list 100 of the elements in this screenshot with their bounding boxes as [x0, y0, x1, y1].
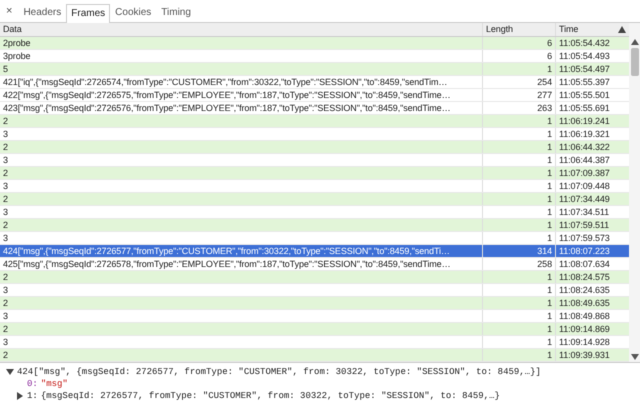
table-cell-text: 11:05:55.691	[558, 102, 611, 114]
table-cell-text: 11:08:49.635	[558, 297, 611, 309]
property-key: 0:	[27, 379, 38, 389]
table-cell: 1	[483, 219, 556, 231]
column-header[interactable]: Data	[0, 23, 483, 36]
scroll-up-icon[interactable]	[630, 39, 638, 45]
frame-row[interactable]: 422["msg",{"msgSeqId":2726575,"fromType":"EMPLOYEE","from":187,"toType":"SESSION","to":8459,"sendTime… 277 11:05:55.501	[0, 89, 629, 102]
table-cell-text: 11:07:34.511	[558, 206, 610, 218]
frame-row[interactable]: 3 1 11:07:59.573	[0, 232, 629, 245]
table-cell: 1	[483, 115, 556, 127]
table-cell: 2	[0, 167, 483, 179]
frame-row[interactable]: 2 1 11:06:19.241	[0, 115, 629, 128]
table-cell: 1	[483, 154, 556, 166]
property-value: {msgSeqId: 2726577, fromType: "CUSTOMER", from: 30322, toType: "SESSION", to: 8459,…}	[40, 391, 500, 401]
frame-row[interactable]: 2 1 11:07:34.449	[0, 193, 629, 206]
table-cell: 3probe	[0, 50, 483, 62]
scrollbar-thumb[interactable]	[630, 48, 638, 76]
frame-row[interactable]: 2 1 11:08:49.635	[0, 297, 629, 310]
scrollbar[interactable]	[629, 23, 640, 362]
collapsed-triangle-icon[interactable]	[16, 392, 24, 400]
frame-row[interactable]: 2 1 11:08:24.575	[0, 271, 629, 284]
table-cell-text: 11:07:09.448	[558, 180, 611, 192]
table-cell-text: 11:05:54.432	[558, 37, 611, 49]
table-cell: 3	[0, 154, 483, 166]
table-cell: 3	[0, 232, 483, 244]
frame-row[interactable]: 2 1 11:07:59.511	[0, 219, 629, 232]
frame-row[interactable]: 3 1 11:06:19.321	[0, 128, 629, 141]
sort-ascending-icon	[618, 26, 626, 33]
expanded-triangle-icon[interactable]	[6, 368, 14, 376]
frame-row[interactable]: 3 1 11:08:49.868	[0, 310, 629, 323]
frame-row[interactable]: 2 1 11:09:39.931	[0, 349, 629, 362]
frame-row[interactable]: 3 1 11:08:24.635	[0, 284, 629, 297]
tab[interactable]: Cookies	[110, 3, 156, 22]
frame-row[interactable]: 424["msg",{"msgSeqId":2726577,"fromType":"CUSTOMER","from":30322,"toType":"SESSION","to":8459,"sendTi… 314 11:08:07.223	[0, 245, 629, 258]
table-cell: 6	[483, 37, 556, 49]
table-cell-text: 11:06:19.321	[558, 128, 611, 140]
table-cell: 422["msg",{"msgSeqId":2726575,"fromType":"EMPLOYEE","from":187,"toType":"SESSION","to":8459,"sendTime…	[0, 89, 483, 101]
table-cell-text: 11:06:44.387	[558, 154, 611, 166]
table-cell-text: 11:07:59.511	[558, 219, 610, 231]
table-cell: 263	[483, 102, 556, 114]
tab[interactable]: Frames	[66, 4, 110, 23]
table-cell: 1	[483, 349, 556, 361]
table-cell: 1	[483, 206, 556, 218]
frame-row[interactable]: 2 1 11:09:14.869	[0, 323, 629, 336]
table-cell: 2probe	[0, 37, 483, 49]
frame-row[interactable]: 3 1 11:07:34.511	[0, 206, 629, 219]
close-icon[interactable]: ×	[6, 5, 18, 22]
table-cell: 1	[483, 232, 556, 244]
table-cell-text: 11:07:59.573	[558, 232, 611, 244]
frame-row[interactable]: 3 1 11:09:14.928	[0, 336, 629, 349]
frame-row[interactable]: 3probe 6 11:05:54.493	[0, 50, 629, 63]
frame-row[interactable]: 3 1 11:07:09.448	[0, 180, 629, 193]
table-cell: 423["msg",{"msgSeqId":2726576,"fromType":"EMPLOYEE","from":187,"toType":"SESSION","to":8459,"sendTime…	[0, 102, 483, 114]
tab[interactable]: Timing	[156, 3, 196, 22]
scroll-down-icon[interactable]	[630, 354, 638, 360]
table-cell: 425["msg",{"msgSeqId":2726578,"fromType":"EMPLOYEE","from":187,"toType":"SESSION","to":8459,"sendTime…	[0, 258, 483, 270]
table-cell-text: 11:07:34.449	[558, 193, 611, 205]
table-cell: 1	[483, 128, 556, 140]
tab[interactable]: Headers	[18, 3, 66, 22]
table-cell: 5	[0, 63, 483, 75]
message-text: 424["msg", {msgSeqId: 2726577, fromType: "CUSTOMER", from: 30322, toType: "SESSION", to: 8459,…}]	[17, 367, 541, 377]
table-cell: 424["msg",{"msgSeqId":2726577,"fromType":"CUSTOMER","from":30322,"toType":"SESSION","to":8459,"sendTi…	[0, 245, 483, 257]
table-cell: 1	[483, 180, 556, 192]
frame-row[interactable]: 2probe 6 11:05:54.432	[0, 37, 629, 50]
table-cell: 2	[0, 349, 483, 361]
table-cell: 3	[0, 180, 483, 192]
table-cell: 2	[0, 271, 483, 283]
property-key: 1:	[27, 391, 38, 401]
property-value: "msg"	[40, 379, 68, 389]
table-cell: 1	[483, 323, 556, 335]
table-cell: 258	[483, 258, 556, 270]
table-cell-text: 11:07:09.387	[558, 167, 611, 179]
table-cell: 1	[483, 141, 556, 153]
frame-row[interactable]: 421["iq",{"msgSeqId":2726574,"fromType":"CUSTOMER","from":30322,"toType":"SESSION","to":8459,"sendTim… 254 11:05:55.397	[0, 76, 629, 89]
table-cell-text: 11:08:24.635	[558, 284, 611, 296]
table-cell: 2	[0, 141, 483, 153]
column-header[interactable]: Time	[556, 23, 629, 36]
table-cell: 1	[483, 336, 556, 348]
frame-row[interactable]: 5 1 11:05:54.497	[0, 63, 629, 76]
table-cell: 1	[483, 310, 556, 322]
frame-row[interactable]: 425["msg",{"msgSeqId":2726578,"fromType":"EMPLOYEE","from":187,"toType":"SESSION","to":8459,"sendTime… 258 11:08:07.634	[0, 258, 629, 271]
table-cell: 3	[0, 310, 483, 322]
table-cell-text: 11:08:24.575	[558, 271, 611, 283]
frame-row[interactable]: 423["msg",{"msgSeqId":2726576,"fromType":"EMPLOYEE","from":187,"toType":"SESSION","to":8459,"sendTime… 263 11:05:55.691	[0, 102, 629, 115]
table-cell: 254	[483, 76, 556, 88]
table-cell-text: 11:08:07.634	[558, 258, 611, 270]
frame-row[interactable]: 2 1 11:07:09.387	[0, 167, 629, 180]
table-cell: 3	[0, 284, 483, 296]
table-cell-text: 11:06:19.241	[558, 115, 611, 127]
table-cell-text: 11:05:55.397	[558, 76, 611, 88]
table-cell: 2	[0, 115, 483, 127]
table-cell: 1	[483, 63, 556, 75]
frame-row[interactable]: 3 1 11:06:44.387	[0, 154, 629, 167]
table-cell: 1	[483, 297, 556, 309]
table-cell-text: 11:08:07.223	[558, 245, 611, 257]
table-cell: 3	[0, 206, 483, 218]
table-cell: 314	[483, 245, 556, 257]
frame-row[interactable]: 2 1 11:06:44.322	[0, 141, 629, 154]
table-cell-text: 11:08:49.868	[558, 310, 611, 322]
column-header[interactable]: Length	[483, 23, 556, 36]
